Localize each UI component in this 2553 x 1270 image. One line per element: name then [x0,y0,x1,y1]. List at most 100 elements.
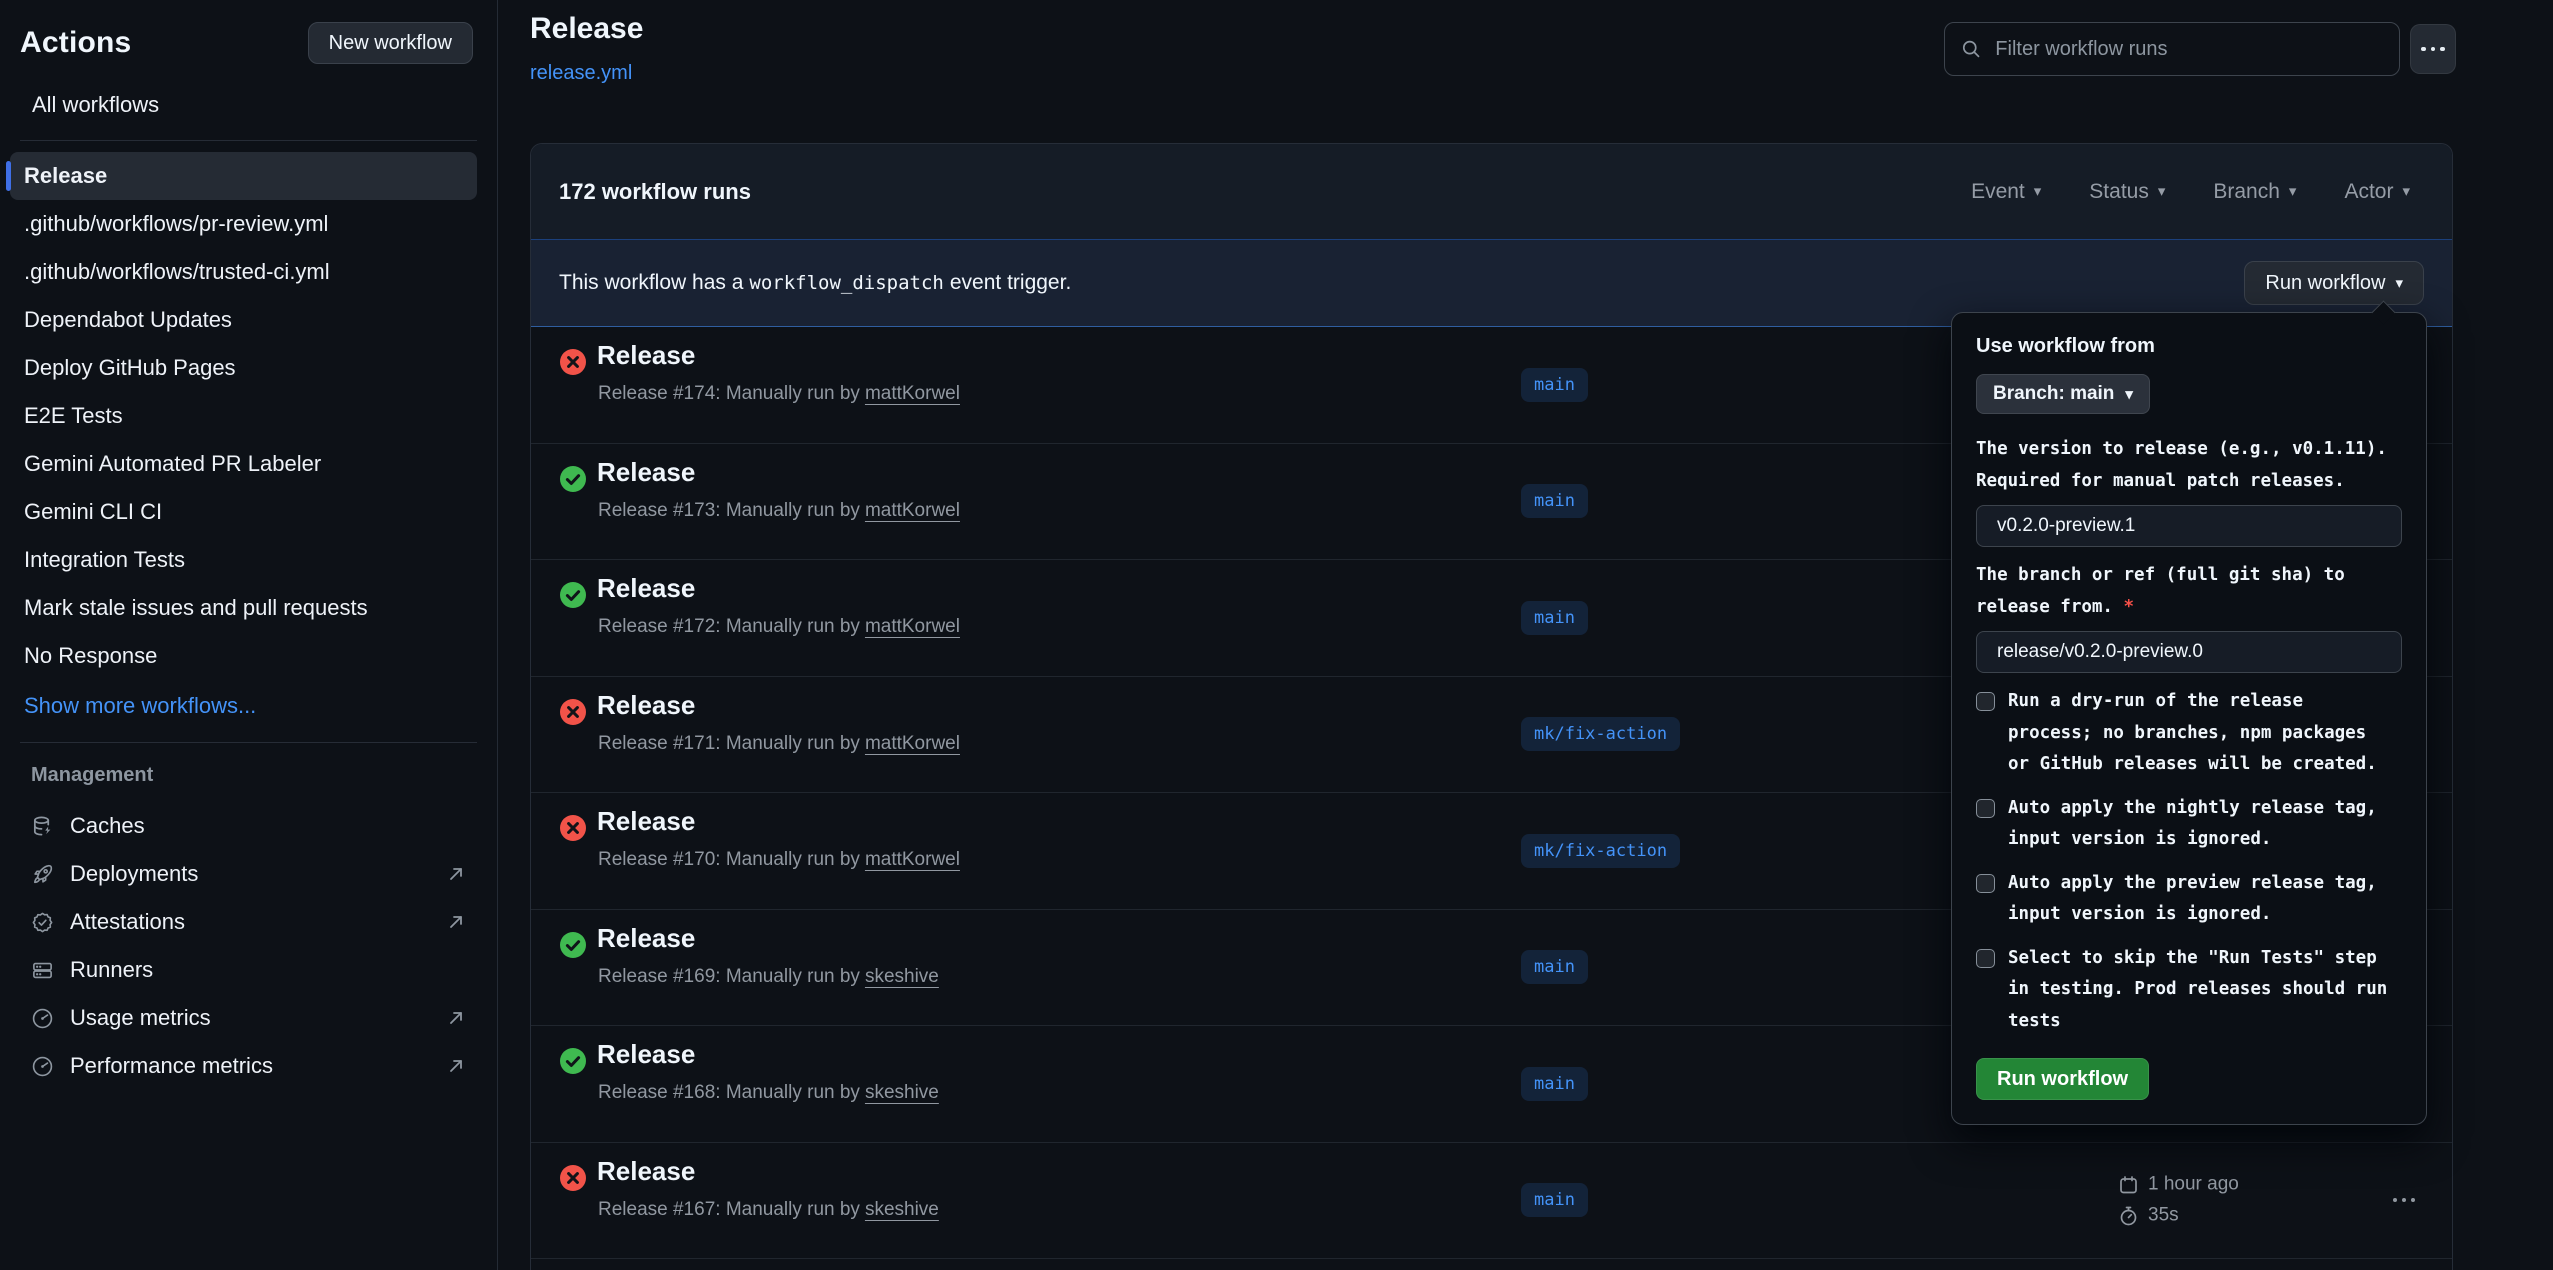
chevron-down-icon: ▾ [2158,184,2166,199]
sidebar-item-workflow[interactable]: Deploy GitHub Pages [10,344,477,392]
runs-count: 172 workflow runs [559,179,751,205]
filter-workflow-runs-input-wrap [1944,22,2400,76]
chevron-down-icon: ▾ [2402,184,2410,199]
sidebar-item-workflow[interactable]: No Response [10,632,477,680]
run-description: Release #170: Manually run bymattKorwel [598,849,960,871]
sidebar-item-management[interactable]: Usage metrics [20,994,477,1042]
filter-dropdown[interactable]: Branch ▾ [2213,180,2296,204]
version-input[interactable] [1995,514,2383,538]
branch-badge[interactable]: mk/fix-action [1521,834,1680,868]
management-item-label: Runners [70,957,153,983]
sidebar-item-workflow[interactable]: Integration Tests [10,536,477,584]
workflow-file-link[interactable]: release.yml [530,62,632,85]
run-description: Release #171: Manually run bymattKorwel [598,733,960,755]
run-actor-link[interactable]: mattKorwel [865,500,960,521]
workflow-options-button[interactable] [2410,24,2456,74]
run-title[interactable]: Release [597,1039,695,1070]
branch-badge[interactable]: main [1521,368,1588,402]
run-filters: Event ▾ Status ▾ Branch ▾ Actor [1971,180,2424,204]
external-link-icon [446,912,466,932]
checkbox[interactable] [1976,949,1995,968]
run-title[interactable]: Release [597,457,695,488]
management-icon [31,863,54,886]
run-workflow-submit-button[interactable]: Run workflow [1976,1058,2149,1100]
branch-badge[interactable]: main [1521,484,1588,518]
checkbox-label[interactable]: Run a dry-run of the release process; no… [2008,686,2391,781]
sidebar-item-workflow[interactable]: E2E Tests [10,392,477,440]
branch-badge[interactable]: main [1521,1067,1588,1101]
run-title[interactable]: Release [597,1156,695,1187]
run-description: Release #173: Manually run bymattKorwel [598,500,960,522]
run-status-icon [559,931,587,959]
branch-badge[interactable]: main [1521,1183,1588,1217]
branch-badge[interactable]: main [1521,601,1588,635]
run-actor-link[interactable]: mattKorwel [865,733,960,754]
sidebar-item-management[interactable]: Runners [20,946,477,994]
workflow-label: E2E Tests [24,403,123,429]
sidebar-header: Actions New workflow [20,22,473,64]
workflow-label: Gemini CLI CI [24,499,162,525]
checkbox-label[interactable]: Select to skip the "Run Tests" step in t… [2008,943,2391,1038]
banner-code: workflow_dispatch [743,272,949,294]
run-title[interactable]: Release [597,806,695,837]
sidebar-item-workflow[interactable]: Dependabot Updates [10,296,477,344]
workflow-label: Dependabot Updates [24,307,232,333]
filter-dropdown[interactable]: Status ▾ [2089,180,2165,204]
checkbox-row: Auto apply the nightly release tag, inpu… [1976,793,2402,856]
checkbox[interactable] [1976,874,1995,893]
management-item-label: Deployments [70,861,198,887]
run-status-icon [559,814,587,842]
checkbox[interactable] [1976,799,1995,818]
run-description: Release #168: Manually run byskeshive [598,1082,939,1104]
kebab-icon [2421,47,2426,52]
sidebar-item-management[interactable]: Attestations [20,898,477,946]
run-status-icon [559,348,587,376]
sidebar-item-workflow[interactable]: .github/workflows/pr-review.yml [10,200,477,248]
checkbox-row: Select to skip the "Run Tests" step in t… [1976,943,2402,1038]
workflow-run-row[interactable]: Release Release #167: Manually run byske… [531,1143,2452,1260]
branch-selector-button[interactable]: Branch: main ▾ [1976,374,2150,414]
run-actor-link[interactable]: skeshive [865,1082,939,1103]
new-workflow-button[interactable]: New workflow [308,22,473,64]
external-link-icon [446,1056,466,1076]
filter-dropdown[interactable]: Actor ▾ [2344,180,2410,204]
sidebar-item-workflow[interactable]: Gemini CLI CI [10,488,477,536]
run-options-button[interactable] [2393,1198,2415,1202]
calendar-icon [2118,1174,2139,1195]
checkbox[interactable] [1976,692,1995,711]
run-title[interactable]: Release [597,340,695,371]
branch-badge[interactable]: main [1521,950,1588,984]
checkbox-label[interactable]: Auto apply the nightly release tag, inpu… [2008,793,2391,856]
chevron-down-icon: ▾ [2395,276,2403,291]
check-circle-icon [559,1047,587,1075]
run-status-icon [559,581,587,609]
filter-workflow-runs-input[interactable] [1993,37,2383,62]
run-actor-link[interactable]: skeshive [865,1199,939,1220]
sidebar-item-management[interactable]: Performance metrics [20,1042,477,1090]
workflow-label: .github/workflows/trusted-ci.yml [24,259,330,285]
management-list: Caches [20,802,477,1090]
sidebar-item-workflow[interactable]: Gemini Automated PR Labeler [10,440,477,488]
run-actor-link[interactable]: mattKorwel [865,383,960,404]
sidebar-item-workflow[interactable]: .github/workflows/trusted-ci.yml [10,248,477,296]
run-title[interactable]: Release [597,573,695,604]
run-actor-link[interactable]: mattKorwel [865,849,960,870]
sidebar-item-workflow[interactable]: Release [10,152,477,200]
ref-input[interactable] [1995,640,2383,664]
sidebar-item-management[interactable]: Caches [20,802,477,850]
filter-dropdown[interactable]: Event ▾ [1971,180,2041,204]
show-more-workflows-link[interactable]: Show more workflows... [10,682,477,730]
checkbox-label[interactable]: Auto apply the preview release tag, inpu… [2008,868,2391,931]
branch-badge[interactable]: mk/fix-action [1521,717,1680,751]
run-title[interactable]: Release [597,690,695,721]
run-actor-link[interactable]: skeshive [865,966,939,987]
management-icon [31,911,54,934]
sidebar-item-management[interactable]: Deployments [20,850,477,898]
run-workflow-dropdown-button[interactable]: Run workflow ▾ [2244,261,2424,305]
check-circle-icon [559,931,587,959]
run-title[interactable]: Release [597,923,695,954]
sidebar-item-all-workflows[interactable]: All workflows [32,92,159,118]
sidebar-item-workflow[interactable]: Mark stale issues and pull requests [10,584,477,632]
x-circle-icon [559,814,587,842]
run-actor-link[interactable]: mattKorwel [865,616,960,637]
